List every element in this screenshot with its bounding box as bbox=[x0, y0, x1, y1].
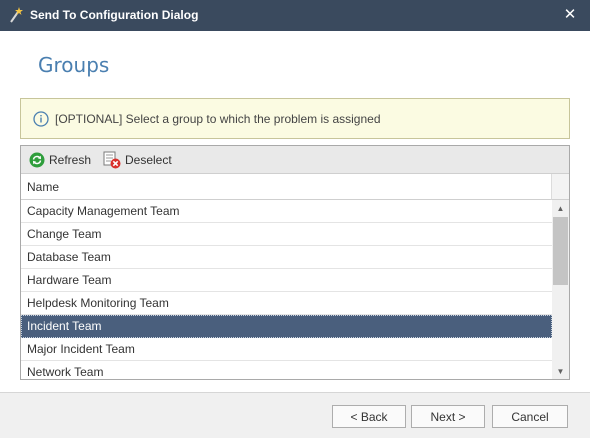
grid-toolbar: Refresh Deselect bbox=[21, 146, 569, 174]
refresh-label: Refresh bbox=[49, 153, 92, 167]
table-row[interactable]: Helpdesk Monitoring Team bbox=[21, 292, 552, 315]
scroll-down-icon[interactable]: ▼ bbox=[552, 363, 569, 379]
info-text: [OPTIONAL] Select a group to which the p… bbox=[55, 112, 381, 126]
scrollbar-thumb[interactable] bbox=[553, 217, 568, 285]
title-bar: Send To Configuration Dialog ✕ bbox=[0, 0, 590, 31]
info-banner: [OPTIONAL] Select a group to which the p… bbox=[20, 98, 570, 139]
row-label: Capacity Management Team bbox=[27, 204, 180, 218]
header-corner bbox=[552, 174, 569, 200]
next-button[interactable]: Next > bbox=[411, 405, 485, 428]
row-label: Network Team bbox=[27, 365, 104, 379]
deselect-button[interactable]: Deselect bbox=[103, 151, 172, 169]
page-title: Groups bbox=[38, 53, 110, 77]
table-row[interactable]: Network Team bbox=[21, 361, 552, 379]
window-title: Send To Configuration Dialog bbox=[30, 8, 199, 22]
table-row[interactable]: Hardware Team bbox=[21, 269, 552, 292]
wand-icon bbox=[10, 7, 23, 23]
deselect-label: Deselect bbox=[125, 153, 172, 167]
column-header-name[interactable]: Name bbox=[21, 174, 552, 200]
back-button[interactable]: < Back bbox=[332, 405, 406, 428]
row-label: Incident Team bbox=[27, 319, 102, 333]
deselect-icon bbox=[103, 151, 121, 169]
refresh-button[interactable]: Refresh bbox=[29, 151, 91, 169]
vertical-scrollbar[interactable]: ▲ ▼ bbox=[552, 200, 569, 379]
info-icon bbox=[33, 111, 49, 127]
scroll-up-icon[interactable]: ▲ bbox=[552, 200, 569, 217]
grid-rows: Capacity Management Team Change Team Dat… bbox=[21, 200, 552, 379]
table-row[interactable]: Major Incident Team bbox=[21, 338, 552, 361]
column-header-label: Name bbox=[27, 180, 60, 194]
cancel-button[interactable]: Cancel bbox=[492, 405, 568, 428]
row-label: Hardware Team bbox=[27, 273, 112, 287]
close-icon[interactable]: ✕ bbox=[562, 6, 578, 24]
row-label: Helpdesk Monitoring Team bbox=[27, 296, 169, 310]
dialog-footer: < Back Next > Cancel bbox=[0, 392, 590, 438]
row-label: Major Incident Team bbox=[27, 342, 135, 356]
refresh-icon bbox=[29, 152, 45, 168]
table-row[interactable]: Capacity Management Team bbox=[21, 200, 552, 223]
row-label: Database Team bbox=[27, 250, 111, 264]
table-row[interactable]: Database Team bbox=[21, 246, 552, 269]
table-row-selected[interactable]: Incident Team bbox=[21, 315, 552, 338]
row-label: Change Team bbox=[27, 227, 102, 241]
table-row[interactable]: Change Team bbox=[21, 223, 552, 246]
groups-grid: Refresh Deselect Name Capacity Managemen… bbox=[20, 145, 570, 380]
